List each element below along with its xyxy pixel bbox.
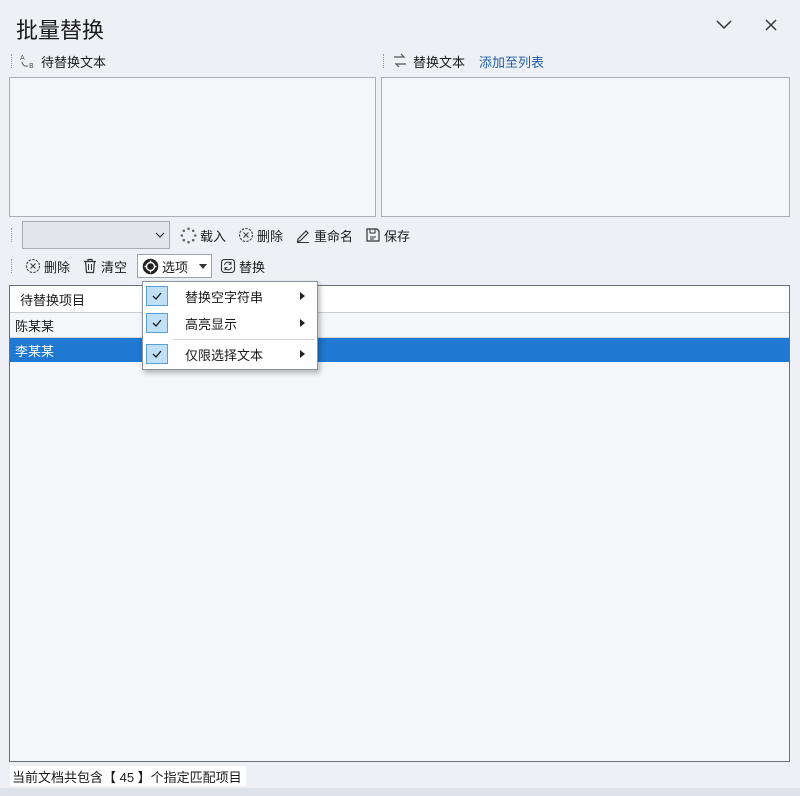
- table-row[interactable]: 陈某某: [10, 313, 789, 338]
- check-icon: [146, 286, 168, 306]
- chevron-down-icon: [155, 232, 165, 238]
- menu-item-selection-only[interactable]: 仅限选择文本: [143, 341, 317, 367]
- add-to-list-link[interactable]: 添加至列表: [479, 52, 544, 71]
- submenu-arrow-icon: [300, 319, 305, 327]
- options-menu: 替换空字符串 高亮显示 仅限选择文本: [142, 281, 318, 370]
- menu-item-label: 仅限选择文本: [185, 347, 264, 363]
- delete-circle-icon: [238, 227, 254, 243]
- table-header: 待替换项目: [10, 286, 789, 313]
- delete-circle-icon: [25, 258, 41, 274]
- save-label: 保存: [384, 228, 411, 244]
- submenu-arrow-icon: [300, 350, 305, 358]
- options-icon: [142, 258, 159, 274]
- delete-list-button[interactable]: 删除: [234, 224, 287, 246]
- status-bar: 当前文档共包含【 45 】个指定匹配项目: [10, 766, 246, 786]
- menu-item-label: 替换空字符串: [185, 289, 264, 305]
- clear-label: 清空: [101, 259, 128, 275]
- menu-separator: [173, 339, 315, 340]
- replace-panel-label: 替换文本: [413, 54, 466, 70]
- trash-icon: [84, 258, 97, 274]
- replace-panel-header: 替换文本 添加至列表: [383, 49, 544, 73]
- pencil-icon: [296, 230, 310, 243]
- replace-icon: [220, 258, 236, 274]
- menu-item-replace-empty[interactable]: 替换空字符串: [143, 283, 317, 309]
- svg-text:B: B: [29, 62, 34, 69]
- status-text: 当前文档共包含【 45 】个指定匹配项目: [12, 769, 242, 785]
- find-text-input[interactable]: [9, 77, 376, 217]
- table-row-selected[interactable]: 李某某: [10, 338, 789, 362]
- replace-text-icon: [394, 53, 406, 68]
- action-toolbar: 删除 清空 选项 替换: [11, 253, 273, 279]
- load-label: 载入: [200, 228, 227, 244]
- svg-text:A: A: [20, 54, 25, 62]
- list-toolbar: 载入 删除 重命名 保存: [11, 221, 418, 249]
- replace-label: 替换: [239, 259, 266, 275]
- list-select[interactable]: [22, 221, 170, 249]
- collapse-button[interactable]: [711, 12, 737, 38]
- loading-icon: [180, 227, 197, 243]
- close-icon: [765, 19, 777, 31]
- toolbar-grip: [11, 228, 15, 242]
- toolbar-grip: [11, 259, 15, 273]
- delete-list-label: 删除: [257, 228, 284, 244]
- rename-button[interactable]: 重命名: [291, 224, 357, 246]
- options-label: 选项: [162, 259, 189, 275]
- table-cell: 陈某某: [15, 318, 55, 334]
- column-header-items: 待替换项目: [20, 292, 86, 308]
- save-button[interactable]: 保存: [361, 224, 414, 246]
- delete-item-label: 删除: [44, 259, 71, 275]
- close-button[interactable]: [758, 12, 784, 38]
- options-button[interactable]: 选项: [137, 254, 213, 278]
- caret-down-icon: [199, 263, 208, 269]
- find-panel-label: 待替换文本: [41, 54, 107, 70]
- load-button[interactable]: 载入: [176, 224, 230, 246]
- table-cell: 李某某: [15, 343, 55, 359]
- check-icon: [146, 313, 168, 333]
- menu-item-highlight[interactable]: 高亮显示: [143, 310, 317, 336]
- toolbar-grip: [11, 54, 15, 68]
- delete-item-button[interactable]: 删除: [21, 255, 74, 277]
- find-text-icon: A B: [20, 54, 34, 69]
- chevron-down-icon: [716, 20, 732, 30]
- find-panel-header: A B 待替换文本: [11, 49, 106, 73]
- replace-items-table: 待替换项目 陈某某 李某某: [9, 285, 790, 762]
- rename-label: 重命名: [314, 228, 354, 244]
- bottom-strip: [0, 788, 800, 796]
- replace-button[interactable]: 替换: [216, 255, 269, 277]
- menu-item-label: 高亮显示: [185, 316, 238, 332]
- window-title: 批量替换: [16, 18, 105, 43]
- check-icon: [146, 344, 168, 364]
- replace-text-input[interactable]: [381, 77, 790, 217]
- submenu-arrow-icon: [300, 292, 305, 300]
- clear-button[interactable]: 清空: [78, 255, 131, 277]
- toolbar-grip: [383, 54, 387, 68]
- save-icon: [366, 228, 380, 242]
